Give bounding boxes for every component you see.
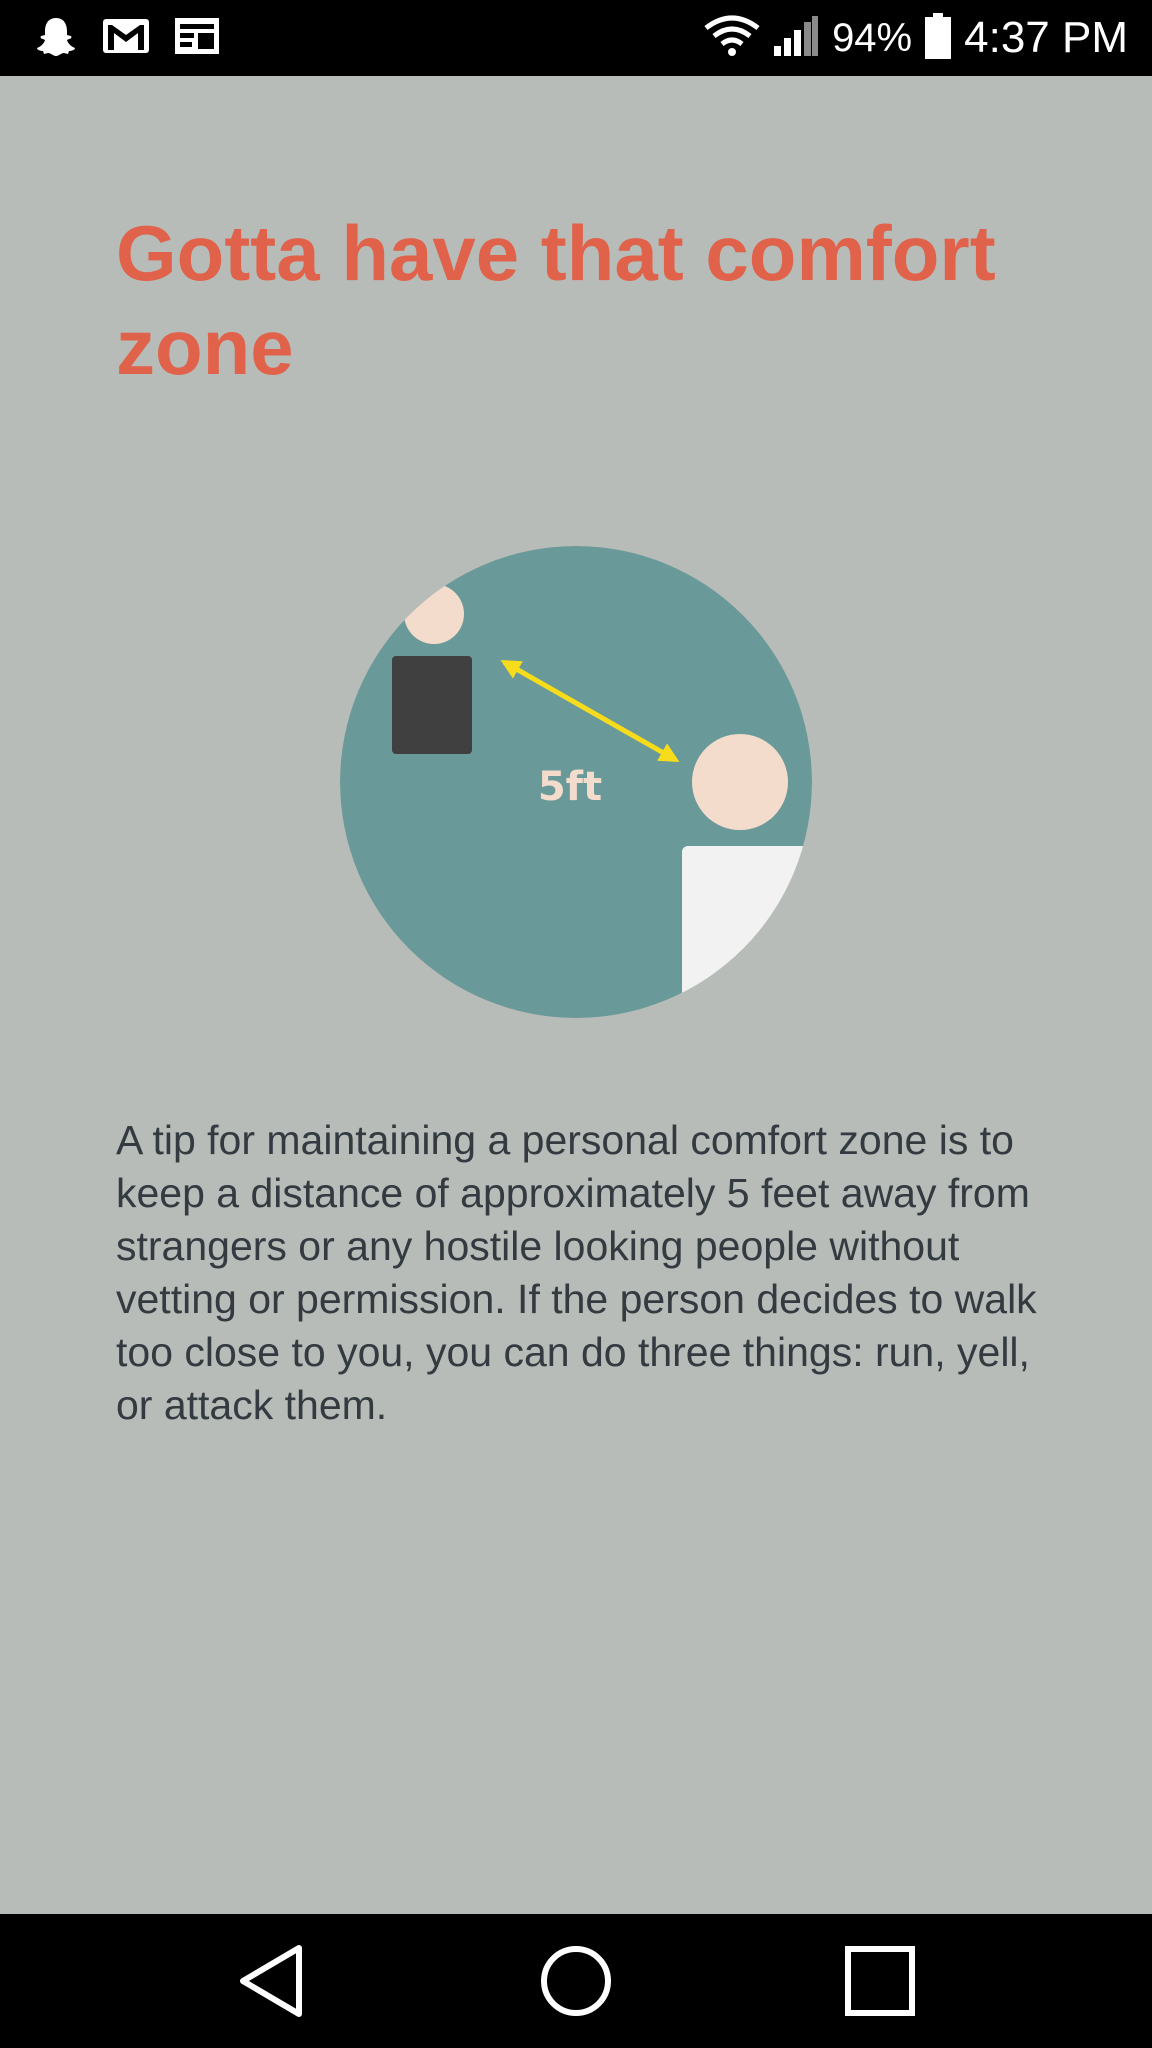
content-area: Gotta have that comfort zone 5ft A tip f…: [0, 76, 1152, 1914]
wifi-icon: [704, 14, 760, 63]
home-icon: [541, 1946, 611, 2016]
person-left-head: [404, 584, 464, 644]
page-title: Gotta have that comfort zone: [116, 209, 996, 391]
battery-icon: [924, 12, 952, 65]
messages-icon: [174, 16, 220, 61]
battery-percentage: 94%: [832, 16, 913, 60]
comfort-zone-illustration: 5ft: [340, 546, 812, 1018]
cell-signal-icon: [772, 14, 820, 63]
navigation-bar: [0, 1914, 1152, 2048]
distance-label: 5ft: [538, 764, 602, 810]
status-bar: 94% 4:37 PM: [0, 0, 1152, 76]
person-right-body: [682, 846, 812, 1018]
recent-apps-button[interactable]: [830, 1936, 930, 2026]
description-text: A tip for maintaining a personal comfort…: [116, 1117, 1037, 1428]
person-right-head: [692, 734, 788, 830]
system-icons: 94% 4:37 PM: [704, 8, 1128, 68]
back-icon: [240, 1945, 302, 2017]
recent-apps-icon: [845, 1946, 915, 2016]
gmail-icon: [102, 16, 150, 61]
back-button[interactable]: [222, 1936, 322, 2026]
home-button[interactable]: [526, 1936, 626, 2026]
clock: 4:37 PM: [964, 13, 1128, 62]
snapchat-icon: [34, 14, 78, 63]
person-left-body: [392, 656, 472, 754]
notification-icons: [34, 16, 220, 60]
